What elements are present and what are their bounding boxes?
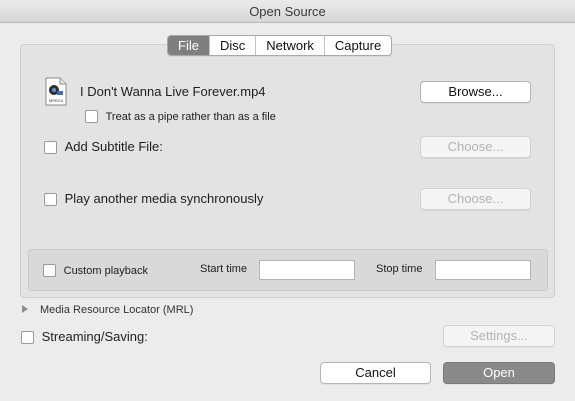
pipe-label: Treat as a pipe rather than as a file (105, 111, 276, 123)
streaming-label: Streaming/Saving: (41, 329, 148, 344)
mrl-disclosure-icon[interactable] (22, 305, 28, 313)
sync-media-checkbox[interactable] (44, 193, 57, 207)
start-time-field[interactable] (259, 260, 355, 280)
custom-playback-checkbox[interactable] (43, 264, 56, 278)
sync-media-option: Play another media synchronously (44, 191, 264, 207)
streaming-settings-button[interactable]: Settings... (443, 325, 555, 347)
svg-text:MPEG4: MPEG4 (49, 98, 64, 103)
browse-button[interactable]: Browse... (420, 81, 531, 103)
tab-capture[interactable]: Capture (323, 36, 391, 55)
tab-file[interactable]: File (168, 36, 209, 55)
mpeg4-file-icon: MPEG4 (45, 77, 67, 106)
subtitle-option: Add Subtitle File: (44, 139, 163, 155)
cancel-button[interactable]: Cancel (320, 362, 431, 384)
sync-media-label: Play another media synchronously (64, 191, 264, 206)
open-button[interactable]: Open (443, 362, 555, 384)
start-time-label: Start time (200, 263, 248, 275)
selected-file-name: I Don't Wanna Live Forever.mp4 (80, 84, 266, 99)
stop-time-field[interactable] (435, 260, 531, 280)
source-tabs: File Disc Network Capture (167, 35, 393, 56)
streaming-checkbox[interactable] (21, 331, 34, 345)
subtitle-label: Add Subtitle File: (64, 139, 163, 154)
tab-disc[interactable]: Disc (208, 36, 255, 55)
window-title: Open Source (0, 0, 575, 23)
tab-network[interactable]: Network (255, 36, 324, 55)
stop-time-label: Stop time (376, 263, 423, 275)
mrl-label[interactable]: Media Resource Locator (MRL) (40, 304, 193, 316)
sync-media-choose-button[interactable]: Choose... (420, 188, 531, 210)
subtitle-checkbox[interactable] (44, 141, 57, 155)
pipe-checkbox[interactable] (85, 110, 98, 124)
pipe-option: Treat as a pipe rather than as a file (85, 108, 276, 124)
custom-playback-option: Custom playback (43, 262, 148, 278)
custom-playback-label: Custom playback (63, 265, 148, 277)
streaming-option: Streaming/Saving: (21, 329, 148, 345)
subtitle-choose-button[interactable]: Choose... (420, 136, 531, 158)
